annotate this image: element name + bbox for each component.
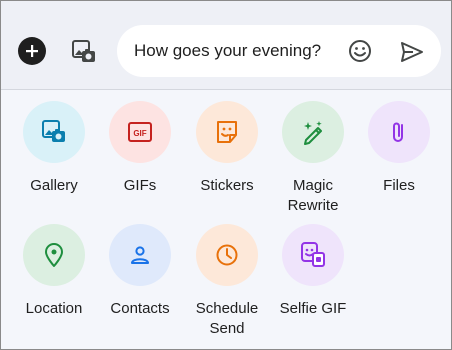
schedule-send-option-circle[interactable] bbox=[196, 224, 258, 286]
clock-icon bbox=[216, 244, 238, 266]
svg-text:GIF: GIF bbox=[133, 129, 146, 138]
send-button[interactable] bbox=[399, 39, 425, 65]
compose-bar: How goes your evening? bbox=[1, 1, 451, 90]
attach-gallery-option[interactable]: Gallery bbox=[10, 101, 98, 196]
magic-rewrite-label: Magic Rewrite bbox=[287, 177, 339, 214]
message-text[interactable]: How goes your evening? bbox=[134, 41, 321, 61]
attachment-options-grid: Gallery GIF GIFs Stickers Magic Rewrite … bbox=[1, 90, 451, 349]
selfie-gif-icon bbox=[301, 242, 325, 267]
selfie-gif-label: Selfie GIF bbox=[279, 300, 347, 317]
emoji-button[interactable] bbox=[347, 38, 373, 64]
attach-gifs-option[interactable]: GIF GIFs bbox=[96, 101, 184, 196]
magic-pen-icon bbox=[304, 121, 322, 145]
gif-icon: GIF bbox=[128, 122, 152, 142]
location-pin-icon bbox=[45, 243, 63, 267]
files-label: Files bbox=[383, 177, 415, 194]
gifs-option-circle[interactable]: GIF bbox=[109, 101, 171, 163]
gallery-label: Gallery bbox=[30, 177, 78, 194]
contact-icon bbox=[131, 246, 149, 264]
attach-location-option[interactable]: Location bbox=[10, 224, 98, 319]
files-option-circle[interactable] bbox=[368, 101, 430, 163]
location-option-circle[interactable] bbox=[23, 224, 85, 286]
stickers-label: Stickers bbox=[200, 177, 254, 194]
attach-magic-rewrite-option[interactable]: Magic Rewrite bbox=[269, 101, 357, 216]
add-attachment-button[interactable] bbox=[18, 37, 46, 65]
attach-files-option[interactable]: Files bbox=[355, 101, 443, 196]
stickers-option-circle[interactable] bbox=[196, 101, 258, 163]
attach-stickers-option[interactable]: Stickers bbox=[183, 101, 271, 196]
gifs-label: GIFs bbox=[123, 177, 157, 194]
schedule-send-label: Schedule Send bbox=[195, 300, 259, 337]
gallery-option-circle[interactable] bbox=[23, 101, 85, 163]
messages-compose-panel: How goes your evening? Gallery GIF GIFs … bbox=[0, 0, 452, 350]
contacts-option-circle[interactable] bbox=[109, 224, 171, 286]
gallery-button[interactable] bbox=[69, 37, 99, 67]
location-label: Location bbox=[25, 300, 83, 317]
gallery-icon bbox=[72, 40, 95, 62]
message-input[interactable]: How goes your evening? bbox=[117, 25, 441, 77]
paperclip-icon bbox=[393, 122, 403, 142]
attach-contacts-option[interactable]: Contacts bbox=[96, 224, 184, 319]
emoji-icon bbox=[349, 40, 371, 62]
send-icon bbox=[401, 42, 423, 62]
contacts-label: Contacts bbox=[110, 300, 170, 317]
selfie-gif-option-circle[interactable] bbox=[282, 224, 344, 286]
sticker-icon bbox=[217, 121, 237, 143]
gallery-icon bbox=[42, 120, 65, 142]
attach-selfie-gif-option[interactable]: Selfie GIF bbox=[269, 224, 357, 319]
attach-schedule-send-option[interactable]: Schedule Send bbox=[183, 224, 271, 339]
plus-icon bbox=[26, 45, 38, 57]
magic-rewrite-option-circle[interactable] bbox=[282, 101, 344, 163]
